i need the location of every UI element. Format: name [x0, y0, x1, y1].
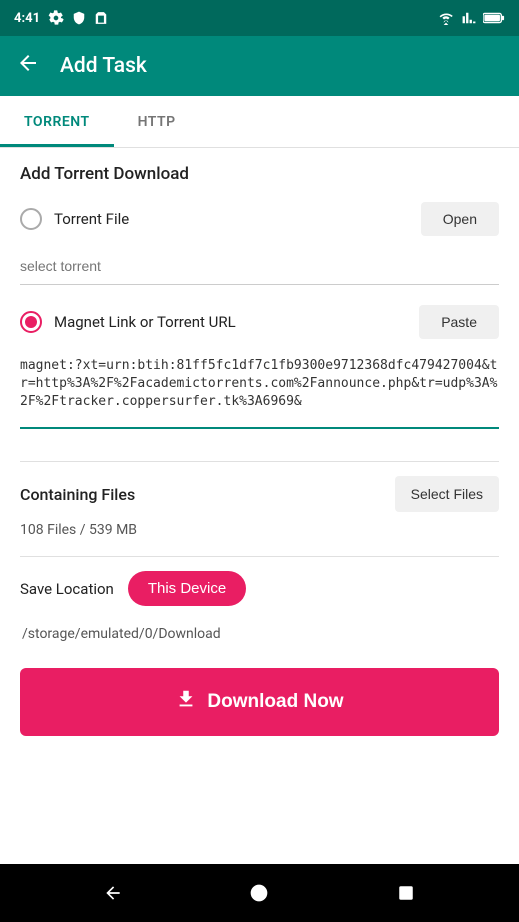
- nav-back-button[interactable]: [99, 879, 127, 907]
- torrent-file-label: Torrent File: [54, 210, 129, 228]
- divider-2: [20, 556, 499, 557]
- back-button[interactable]: [16, 51, 40, 81]
- paste-button[interactable]: Paste: [419, 305, 499, 339]
- select-files-button[interactable]: Select Files: [395, 476, 499, 512]
- section-title: Add Torrent Download: [20, 164, 499, 184]
- status-bar: 4:41: [0, 0, 519, 36]
- save-location-label: Save Location: [20, 580, 114, 598]
- download-now-button[interactable]: Download Now: [20, 668, 499, 736]
- status-right: [437, 11, 505, 25]
- open-button[interactable]: Open: [421, 202, 499, 236]
- save-location-row: Save Location This Device: [20, 571, 499, 606]
- download-icon: [175, 688, 197, 716]
- torrent-file-option[interactable]: Torrent File: [20, 208, 129, 230]
- nav-recents-button[interactable]: [392, 879, 420, 907]
- select-torrent-input[interactable]: [20, 248, 499, 285]
- containing-files-label: Containing Files: [20, 485, 135, 504]
- nav-home-button[interactable]: [245, 879, 273, 907]
- settings-icon: [48, 10, 64, 26]
- bottom-nav: [0, 864, 519, 922]
- tab-http[interactable]: HTTP: [114, 96, 200, 147]
- this-device-button[interactable]: This Device: [128, 571, 246, 606]
- download-now-label: Download Now: [207, 691, 343, 713]
- shield-icon: [72, 10, 86, 26]
- magnet-url-field[interactable]: magnet:?xt=urn:btih:81ff5fc1df7c1fb9300e…: [20, 357, 499, 429]
- magnet-option[interactable]: Magnet Link or Torrent URL: [20, 311, 236, 333]
- content-area: Add Torrent Download Torrent File Open M…: [0, 148, 519, 864]
- magnet-option-row: Magnet Link or Torrent URL Paste: [20, 305, 499, 339]
- tab-bar: TORRENT HTTP: [0, 96, 519, 148]
- toolbar: Add Task: [0, 36, 519, 96]
- tab-torrent[interactable]: TORRENT: [0, 96, 114, 147]
- magnet-label: Magnet Link or Torrent URL: [54, 313, 236, 331]
- status-left: 4:41: [14, 10, 108, 26]
- torrent-file-radio[interactable]: [20, 208, 42, 230]
- signal-icon: [461, 11, 477, 25]
- battery-icon: [483, 12, 505, 24]
- files-count: 108 Files / 539 MB: [20, 522, 499, 538]
- toolbar-title: Add Task: [60, 54, 147, 78]
- containing-files-row: Containing Files Select Files: [20, 476, 499, 512]
- storage-path: /storage/emulated/0/Download: [20, 616, 499, 648]
- sim-icon: [94, 10, 108, 26]
- wifi-icon: [437, 11, 455, 25]
- magnet-radio[interactable]: [20, 311, 42, 333]
- divider-1: [20, 461, 499, 462]
- torrent-file-row: Torrent File Open: [20, 202, 499, 236]
- magnet-radio-inner: [25, 316, 37, 328]
- status-time: 4:41: [14, 11, 40, 26]
